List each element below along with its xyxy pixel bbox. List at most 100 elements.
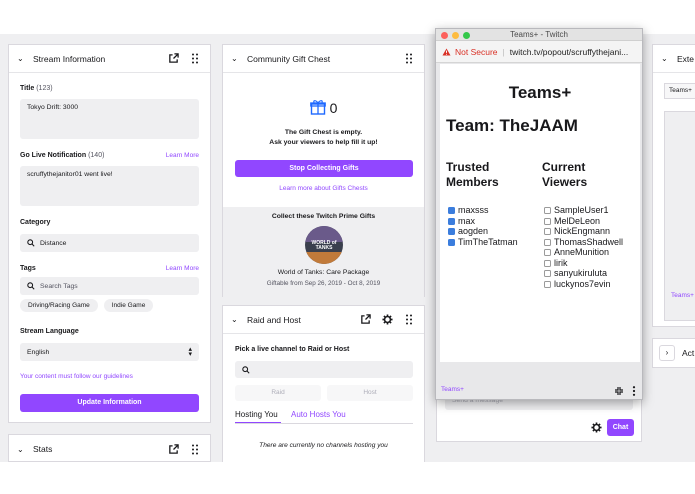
gift-count-row: 0 xyxy=(223,99,424,116)
checkbox-checked[interactable] xyxy=(448,217,455,225)
more-vertical-icon[interactable] xyxy=(632,386,636,398)
teams-content: Teams+ Team: TheJAAM Trusted Members Cur… xyxy=(440,64,640,362)
trusted-members-list: maxsss max aogden TimTheTatman xyxy=(448,205,518,247)
channel-search-input[interactable] xyxy=(235,361,413,378)
popout-icon[interactable] xyxy=(166,52,180,66)
update-information-button[interactable]: Update Information xyxy=(20,394,199,412)
list-item[interactable]: AnneMunition xyxy=(544,247,623,258)
list-item[interactable]: ThomasShadwell xyxy=(544,237,623,248)
panel-header: ⌄ Raid and Host xyxy=(223,306,424,334)
extension-preview-label: Teams+ xyxy=(671,292,694,299)
hosting-empty-message: There are currently no channels hosting … xyxy=(259,442,388,449)
tags-learn-more-link[interactable]: Learn More xyxy=(166,265,199,272)
chevron-down-icon[interactable]: ⌄ xyxy=(231,54,243,63)
gifts-chests-learn-link[interactable]: Learn more about Gifts Chests xyxy=(223,185,424,192)
url-separator: | xyxy=(502,46,505,57)
list-item[interactable]: NickEngmann xyxy=(544,226,623,237)
category-input[interactable]: Distance xyxy=(20,234,199,252)
checkbox-unchecked[interactable] xyxy=(544,228,551,235)
chevron-down-icon[interactable]: ⌄ xyxy=(661,54,673,63)
chat-send-button[interactable]: Chat xyxy=(607,419,634,436)
drag-handle-icon[interactable] xyxy=(402,52,416,66)
drag-handle-icon[interactable] xyxy=(188,442,202,456)
golive-notification-input[interactable]: scruffythejanitor01 went live! xyxy=(20,166,199,206)
tag-chip[interactable]: Indie Game xyxy=(103,299,154,312)
stream-information-panel: ⌄ Stream Information Title (123) Tokyo D… xyxy=(8,44,211,423)
language-value: English xyxy=(27,348,50,356)
checkbox-checked[interactable] xyxy=(448,228,455,235)
list-item[interactable]: lirik xyxy=(544,258,623,269)
gear-icon[interactable] xyxy=(380,313,394,327)
checkbox-checked[interactable] xyxy=(448,238,455,246)
world-of-tanks-logo: WORLD of TANKS xyxy=(305,226,343,264)
checkbox-checked[interactable] xyxy=(448,207,455,214)
panel-header: ⌄ Stream Information xyxy=(9,45,210,73)
gift-empty-line1: The Gift Chest is empty. xyxy=(284,129,363,136)
checkbox-unchecked[interactable] xyxy=(544,280,551,288)
drag-handle-icon[interactable] xyxy=(402,313,416,327)
viewer-name: sanyukiruluta xyxy=(554,268,608,278)
viewer-name: MelDeLeon xyxy=(554,215,601,226)
extension-tab[interactable]: Teams+ xyxy=(664,83,695,99)
raid-button[interactable]: Raid xyxy=(235,385,321,401)
extensions-panel: ⌄ Exte Teams+ Teams+ xyxy=(652,44,695,327)
chevron-right-icon[interactable]: › xyxy=(659,345,675,361)
viewer-name: ThomasShadwell xyxy=(554,236,624,247)
list-item[interactable]: sanyukiruluta xyxy=(544,268,623,279)
language-select[interactable]: English ▴ ▾ xyxy=(20,343,199,361)
checkbox-unchecked[interactable] xyxy=(544,270,551,277)
address-bar[interactable]: Not Secure | twitch.tv/popout/scruffythe… xyxy=(436,41,642,63)
checkbox-unchecked[interactable] xyxy=(544,207,551,214)
category-label: Category xyxy=(20,219,51,226)
checkbox-unchecked[interactable] xyxy=(544,259,551,267)
tab-hosting-you[interactable]: Hosting You xyxy=(235,410,281,424)
list-item[interactable]: aogden xyxy=(448,226,518,237)
list-item[interactable]: TimTheTatman xyxy=(448,237,518,248)
prime-gifts-title: Collect these Twitch Prime Gifts xyxy=(271,213,376,220)
window-titlebar[interactable]: Teams+ - Twitch xyxy=(436,29,642,41)
popout-icon[interactable] xyxy=(166,442,180,456)
list-item[interactable]: SampleUser1 xyxy=(544,205,623,216)
gift-empty-line2: Ask your viewers to help fill it up! xyxy=(269,139,378,146)
drag-handle-icon[interactable] xyxy=(188,52,202,66)
golive-label: Go Live Notification (140) xyxy=(20,152,104,159)
tags-placeholder: Search Tags xyxy=(40,282,78,290)
golive-learn-more-link[interactable]: Learn More xyxy=(166,152,199,159)
extension-preview: Teams+ xyxy=(664,111,695,321)
host-button[interactable]: Host xyxy=(327,385,413,401)
viewer-name: AnneMunition xyxy=(554,247,610,257)
trusted-members-header: Trusted Members xyxy=(446,160,499,189)
gear-icon[interactable] xyxy=(591,422,602,435)
prime-gifts-section: Collect these Twitch Prime Gifts WORLD o… xyxy=(223,207,424,297)
checkbox-unchecked[interactable] xyxy=(544,217,551,225)
member-name: TimTheTatman xyxy=(458,236,518,247)
viewer-name: NickEngmann xyxy=(554,226,611,236)
chevron-down-icon[interactable]: ⌄ xyxy=(17,445,29,454)
collapse-icon[interactable] xyxy=(614,386,624,398)
member-name: maxsss xyxy=(458,205,489,215)
popout-icon[interactable] xyxy=(358,313,372,327)
category-value: Distance xyxy=(40,239,67,247)
tags-search-input[interactable]: Search Tags xyxy=(20,277,199,295)
guidelines-link[interactable]: Your content must follow our guidelines xyxy=(20,373,133,380)
stop-collecting-gifts-button[interactable]: Stop Collecting Gifts xyxy=(235,160,413,177)
list-item[interactable]: maxsss xyxy=(448,205,518,216)
tag-chip[interactable]: Driving/Racing Game xyxy=(20,299,98,312)
gift-icon xyxy=(309,100,326,115)
title-input[interactable]: Tokyo Drift: 3000 xyxy=(20,99,199,139)
list-item[interactable]: MelDeLeon xyxy=(544,216,623,227)
tab-auto-hosts-you[interactable]: Auto Hosts You xyxy=(291,410,346,419)
chevron-down-icon[interactable]: ⌄ xyxy=(231,315,243,324)
team-title: Team: TheJAAM xyxy=(446,116,578,135)
list-item[interactable]: luckynos7evin xyxy=(544,279,623,290)
panel-header: ⌄ Exte xyxy=(653,45,695,73)
list-item[interactable]: max xyxy=(448,216,518,227)
raid-and-host-panel: ⌄ Raid and Host Pick a live channel to R… xyxy=(222,305,425,462)
chevron-down-icon[interactable]: ⌄ xyxy=(17,54,29,63)
checkbox-unchecked[interactable] xyxy=(544,249,551,256)
extension-tab-label: Teams+ xyxy=(669,87,692,94)
title-label-text: Title xyxy=(20,85,35,92)
not-secure-label: Not Secure xyxy=(455,46,498,57)
footer-teams-label: Teams+ xyxy=(441,386,464,393)
checkbox-unchecked[interactable] xyxy=(544,238,551,246)
